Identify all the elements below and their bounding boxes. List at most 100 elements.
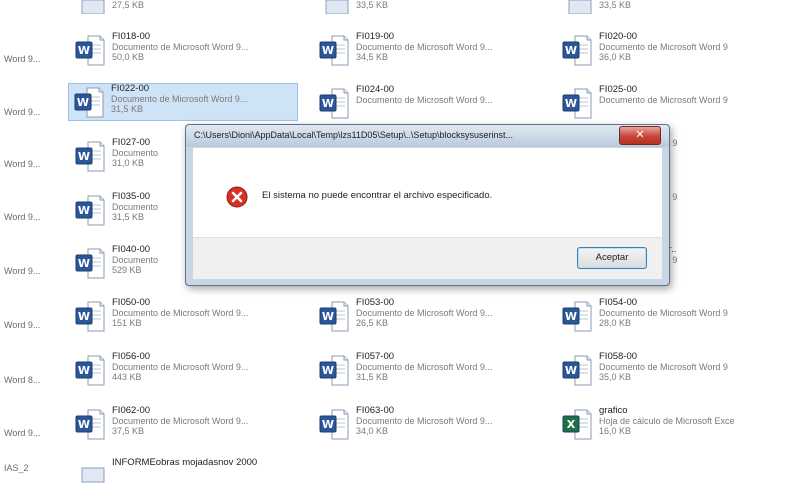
word-icon: W — [319, 355, 349, 386]
file-item[interactable]: W FI053-00 Documento de Microsoft Word 9..… — [314, 298, 542, 334]
word-icon: W — [75, 248, 105, 279]
file-name: FI062-00 — [112, 405, 151, 416]
file-type: Documento de Microsoft Word 9... — [356, 416, 493, 426]
left-file-type[interactable]: Word 9... — [4, 54, 40, 64]
file-size: 31,5 KB — [356, 372, 389, 382]
error-dialog: C:\Users\Dioni\AppData\Local\Temp\lzs11D… — [185, 124, 670, 286]
file-size: 34,0 KB — [356, 426, 389, 436]
svg-text:W: W — [78, 257, 90, 270]
left-file-type[interactable]: Word 9... — [4, 320, 40, 330]
svg-text:W: W — [78, 418, 90, 431]
file-size: 33,5 KB — [599, 0, 632, 10]
file-item[interactable]: 33,5 KB — [314, 0, 542, 14]
file-size: 50,0 KB — [112, 52, 145, 62]
word-icon — [81, 0, 105, 14]
dialog-footer: Aceptar — [193, 237, 662, 279]
file-size: 33,5 KB — [356, 0, 389, 10]
file-size: 35,0 KB — [599, 372, 632, 382]
file-name: FI018-00 — [112, 31, 151, 42]
file-text: FI022-00 Documento de Microsoft Word 9...… — [111, 84, 297, 115]
file-text: FI058-00 Documento de Microsoft Word 9 35,… — [599, 351, 785, 383]
file-item[interactable]: W FI058-00 Documento de Microsoft Word 9 35… — [557, 352, 785, 388]
file-type: Documento de Microsoft Word 9... — [112, 308, 249, 318]
file-type: Hoja de cálculo de Microsoft Exce — [599, 416, 735, 426]
file-size: 28,0 KB — [599, 318, 632, 328]
file-text: FI024-00 Documento de Microsoft Word 9... — [356, 85, 542, 106]
file-item[interactable]: W FI022-00 Documento de Microsoft Word 9..… — [68, 83, 298, 121]
file-name: FI057-00 — [356, 351, 395, 362]
word-icon: W — [75, 409, 105, 440]
svg-text:W: W — [322, 418, 334, 431]
left-file-type[interactable]: Word 9... — [4, 428, 40, 438]
file-item[interactable]: W FI024-00 Documento de Microsoft Word 9..… — [314, 85, 542, 121]
dialog-body: El sistema no puede encontrar el archivo… — [193, 148, 662, 237]
dialog-titlebar[interactable]: C:\Users\Dioni\AppData\Local\Temp\lzs11D… — [186, 125, 669, 147]
file-item[interactable]: INFORMEobras mojadasnov 2000 — [70, 458, 298, 494]
file-name: FI020-00 — [599, 31, 638, 42]
file-text: FI025-00 Documento de Microsoft Word 9 — [599, 84, 785, 106]
word-icon: W — [562, 88, 592, 119]
file-item[interactable]: W FI019-00 Documento de Microsoft Word 9..… — [314, 32, 542, 68]
file-type: Documento de Microsoft Word 9... — [356, 95, 493, 105]
file-name: FI050-00 — [112, 297, 151, 308]
dialog-message: El sistema no puede encontrar el archivo… — [262, 190, 493, 201]
svg-text:W: W — [322, 44, 334, 57]
file-text: FI056-00 Documento de Microsoft Word 9...… — [112, 352, 298, 383]
file-item[interactable]: Xgrafico Hoja de cálculo de Microsoft Exc… — [557, 406, 785, 442]
svg-text:X: X — [567, 418, 576, 431]
file-item[interactable]: W FI063-00 Documento de Microsoft Word 9..… — [314, 406, 542, 442]
word-icon — [325, 0, 349, 14]
file-item[interactable]: W FI018-00 Documento de Microsoft Word 9..… — [70, 32, 298, 68]
svg-text:W: W — [565, 310, 577, 323]
word-icon: W — [75, 355, 105, 386]
file-type: Documento de Microsoft Word 9... — [356, 42, 493, 52]
svg-text:W: W — [322, 364, 334, 377]
file-size: 31,5 KB — [111, 104, 144, 114]
file-name: FI019-00 — [356, 31, 395, 42]
left-file-type[interactable]: Word 9... — [4, 212, 40, 222]
file-text: grafico Hoja de cálculo de Microsoft Exce… — [599, 405, 785, 437]
left-file-type[interactable]: Word 9... — [4, 159, 40, 169]
file-item[interactable]: W FI025-00 Documento de Microsoft Word 9 — [557, 85, 785, 121]
svg-text:W: W — [78, 150, 90, 163]
word-icon — [81, 467, 105, 483]
close-button[interactable]: ✕ — [619, 126, 661, 145]
svg-text:W: W — [78, 204, 90, 217]
file-text: FI018-00 Documento de Microsoft Word 9...… — [112, 31, 298, 63]
file-name: grafico — [599, 405, 628, 416]
word-icon: W — [562, 355, 592, 386]
svg-text:W: W — [565, 97, 577, 110]
word-icon: W — [74, 87, 104, 118]
file-type: Documento de Microsoft Word 9... — [112, 42, 249, 52]
left-file-type[interactable]: Word 9... — [4, 266, 40, 276]
file-name: FI053-00 — [356, 297, 395, 308]
file-size: 151 KB — [112, 318, 142, 328]
file-name: FI058-00 — [599, 351, 638, 362]
file-name: FI025-00 — [599, 84, 638, 95]
file-item[interactable]: W FI020-00 Documento de Microsoft Word 9 36… — [557, 32, 785, 68]
left-file-name[interactable]: IAS_2 — [4, 463, 29, 473]
svg-text:W: W — [322, 310, 334, 323]
word-icon: W — [319, 409, 349, 440]
file-type: Documento de Microsoft Word 9... — [356, 362, 493, 372]
file-item[interactable]: W FI057-00 Documento de Microsoft Word 9..… — [314, 352, 542, 388]
file-type: Documento de Microsoft Word 9... — [111, 94, 248, 104]
file-text: FI019-00 Documento de Microsoft Word 9...… — [356, 31, 542, 63]
file-text: FI054-00 Documento de Microsoft Word 9 28,… — [599, 298, 785, 329]
file-item[interactable]: W FI050-00 Documento de Microsoft Word 9..… — [70, 298, 298, 334]
file-item[interactable]: W FI062-00 Documento de Microsoft Word 9..… — [70, 406, 298, 442]
left-file-type[interactable]: Word 9... — [4, 107, 40, 117]
file-item[interactable]: 33,5 KB — [557, 0, 785, 14]
file-size: 443 KB — [112, 372, 142, 382]
word-icon: W — [75, 301, 105, 332]
file-item[interactable]: W FI054-00 Documento de Microsoft Word 9 28… — [557, 298, 785, 334]
file-type: Documento de Microsoft Word 9 — [599, 42, 728, 52]
ok-button[interactable]: Aceptar — [577, 247, 647, 269]
left-file-type[interactable]: Word 8... — [4, 375, 40, 385]
word-icon: W — [562, 35, 592, 66]
file-item[interactable]: W FI056-00 Documento de Microsoft Word 9..… — [70, 352, 298, 388]
word-icon: W — [319, 88, 349, 119]
file-item[interactable]: 27,5 KB — [70, 0, 298, 14]
svg-text:W: W — [78, 44, 90, 57]
svg-text:W: W — [322, 97, 334, 110]
